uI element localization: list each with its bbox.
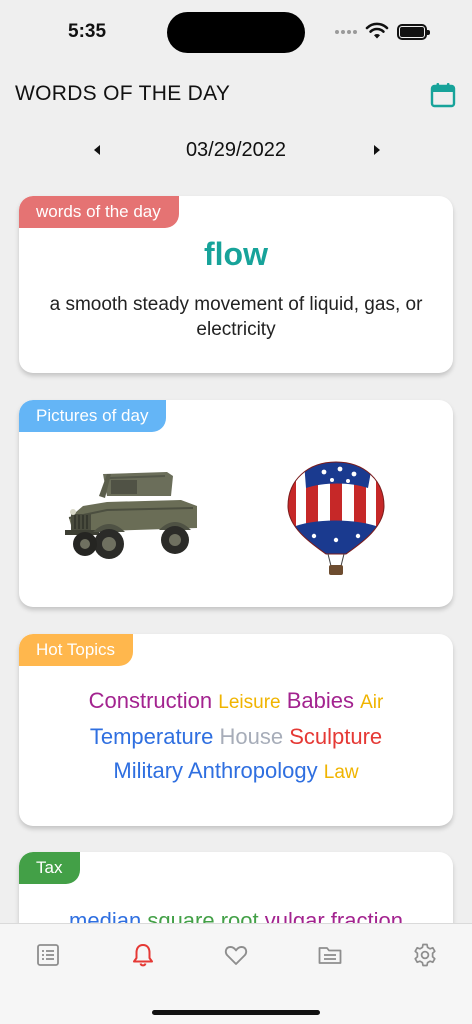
wifi-icon (365, 22, 389, 39)
bottom-tab-bar (0, 923, 472, 1024)
calendar-icon[interactable] (430, 82, 456, 108)
current-date[interactable]: 03/29/2022 (0, 139, 472, 162)
gear-icon[interactable] (412, 942, 438, 968)
jeep-image[interactable] (63, 466, 203, 568)
status-bar: 5:35 (0, 0, 472, 64)
topic-link[interactable]: Air (360, 692, 383, 713)
battery-icon (397, 24, 430, 40)
hot-topics-card: Hot Topics Construction Leisure Babies A… (19, 634, 453, 826)
word-definition: a smooth steady movement of liquid, gas,… (49, 294, 423, 340)
topic-link[interactable]: Sculpture (289, 724, 382, 749)
topic-link[interactable]: Anthropology (188, 758, 318, 783)
caret-right-icon[interactable] (370, 141, 384, 159)
signal-icon (335, 30, 357, 34)
bell-icon[interactable] (130, 942, 156, 968)
page-title: WORDS OF THE DAY (15, 82, 231, 105)
topic-link[interactable]: Temperature (90, 724, 214, 749)
topic-link[interactable]: Leisure (218, 692, 280, 713)
topic-link[interactable]: Military (113, 758, 183, 783)
topic-link[interactable]: Babies (287, 688, 354, 713)
list-icon[interactable] (35, 942, 61, 968)
word-of-day: flow (204, 236, 268, 272)
status-time: 5:35 (68, 21, 107, 42)
dynamic-island (167, 12, 305, 53)
folder-icon[interactable] (317, 942, 343, 968)
hot-air-balloon-image[interactable] (284, 458, 388, 580)
words-of-day-card[interactable]: words of the day flow a smooth steady mo… (19, 196, 453, 373)
topic-cloud: Construction Leisure Babies Air Temperat… (39, 684, 433, 790)
home-indicator (152, 1010, 320, 1015)
heart-icon[interactable] (223, 942, 249, 968)
card-tag: Pictures of day (19, 400, 167, 432)
topic-link[interactable]: Construction (89, 688, 213, 713)
card-tag: words of the day (19, 196, 179, 228)
topic-link[interactable]: House (219, 724, 283, 749)
pictures-of-day-card: Pictures of day (19, 400, 453, 607)
topic-link[interactable]: Law (324, 762, 359, 783)
date-navigator: 03/29/2022 (0, 137, 472, 165)
card-tag: Hot Topics (19, 634, 134, 666)
card-tag: Tax (19, 852, 81, 884)
